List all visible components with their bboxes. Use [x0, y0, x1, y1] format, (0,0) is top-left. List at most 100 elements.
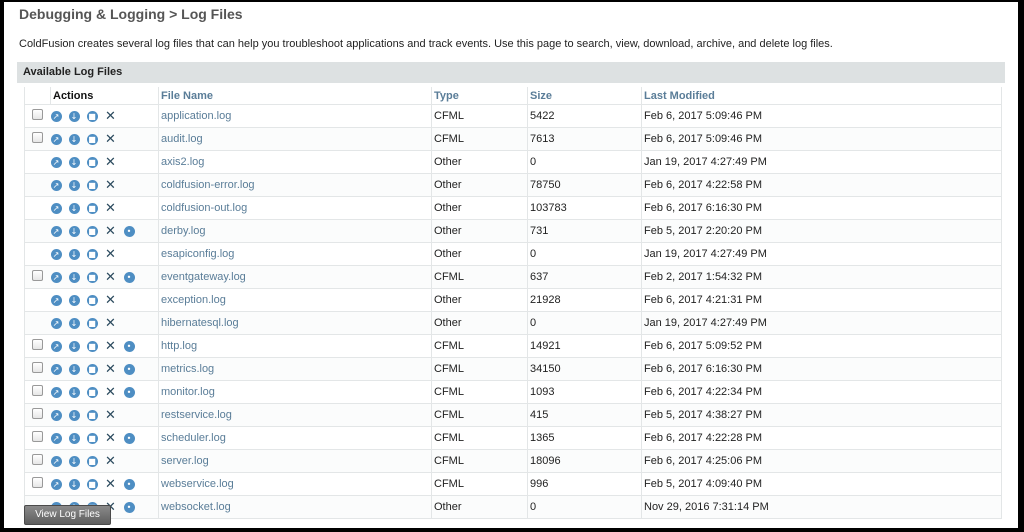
delete-icon[interactable]: ✕ — [105, 409, 117, 422]
header-size[interactable]: Size — [527, 87, 642, 105]
search-icon[interactable]: ↗ — [50, 340, 62, 352]
archive-icon[interactable]: ■ — [86, 202, 98, 214]
file-name-link[interactable]: application.log — [158, 104, 432, 128]
delete-icon[interactable]: ✕ — [105, 271, 117, 284]
archive-icon[interactable]: ■ — [86, 478, 98, 490]
search-icon[interactable]: ↗ — [50, 363, 62, 375]
search-icon[interactable]: ↗ — [50, 478, 62, 490]
row-checkbox[interactable] — [32, 408, 44, 419]
file-name-link[interactable]: hibernatesql.log — [158, 311, 432, 335]
extra-icon[interactable]: • — [123, 271, 135, 283]
search-icon[interactable]: ↗ — [50, 225, 62, 237]
row-checkbox[interactable] — [32, 109, 44, 120]
search-icon[interactable]: ↗ — [50, 133, 62, 145]
delete-icon[interactable]: ✕ — [105, 225, 117, 238]
search-icon[interactable]: ↗ — [50, 202, 62, 214]
archive-icon[interactable]: ■ — [86, 156, 98, 168]
file-name-link[interactable]: webservice.log — [158, 472, 432, 496]
archive-icon[interactable]: ■ — [86, 409, 98, 421]
file-name-link[interactable]: monitor.log — [158, 380, 432, 404]
row-checkbox[interactable] — [32, 132, 44, 143]
download-icon[interactable]: ↓ — [68, 110, 80, 122]
archive-icon[interactable]: ■ — [86, 340, 98, 352]
extra-icon[interactable]: • — [123, 386, 135, 398]
download-icon[interactable]: ↓ — [68, 156, 80, 168]
file-name-link[interactable]: esapiconfig.log — [158, 242, 432, 266]
delete-icon[interactable]: ✕ — [105, 386, 117, 399]
download-icon[interactable]: ↓ — [68, 202, 80, 214]
download-icon[interactable]: ↓ — [68, 478, 80, 490]
delete-icon[interactable]: ✕ — [105, 179, 117, 192]
download-icon[interactable]: ↓ — [68, 271, 80, 283]
row-checkbox[interactable] — [32, 270, 44, 281]
archive-icon[interactable]: ■ — [86, 271, 98, 283]
delete-icon[interactable]: ✕ — [105, 317, 117, 330]
archive-icon[interactable]: ■ — [86, 317, 98, 329]
row-checkbox[interactable] — [32, 477, 44, 488]
search-icon[interactable]: ↗ — [50, 386, 62, 398]
file-name-link[interactable]: http.log — [158, 334, 432, 358]
download-icon[interactable]: ↓ — [68, 294, 80, 306]
download-icon[interactable]: ↓ — [68, 363, 80, 375]
archive-icon[interactable]: ■ — [86, 294, 98, 306]
file-name-link[interactable]: metrics.log — [158, 357, 432, 381]
delete-icon[interactable]: ✕ — [105, 432, 117, 445]
archive-icon[interactable]: ■ — [86, 133, 98, 145]
archive-icon[interactable]: ■ — [86, 386, 98, 398]
archive-icon[interactable]: ■ — [86, 110, 98, 122]
file-name-link[interactable]: server.log — [158, 449, 432, 473]
file-name-link[interactable]: derby.log — [158, 219, 432, 243]
delete-icon[interactable]: ✕ — [105, 110, 117, 123]
file-name-link[interactable]: exception.log — [158, 288, 432, 312]
header-file-name[interactable]: File Name — [158, 87, 432, 105]
view-log-files-button[interactable]: View Log Files — [24, 505, 111, 525]
archive-icon[interactable]: ■ — [86, 225, 98, 237]
delete-icon[interactable]: ✕ — [105, 478, 117, 491]
delete-icon[interactable]: ✕ — [105, 294, 117, 307]
search-icon[interactable]: ↗ — [50, 248, 62, 260]
delete-icon[interactable]: ✕ — [105, 455, 117, 468]
header-last-modified[interactable]: Last Modified — [641, 87, 1002, 105]
download-icon[interactable]: ↓ — [68, 179, 80, 191]
delete-icon[interactable]: ✕ — [105, 340, 117, 353]
file-name-link[interactable]: coldfusion-out.log — [158, 196, 432, 220]
archive-icon[interactable]: ■ — [86, 179, 98, 191]
download-icon[interactable]: ↓ — [68, 455, 80, 467]
row-checkbox[interactable] — [32, 454, 44, 465]
extra-icon[interactable]: • — [123, 225, 135, 237]
extra-icon[interactable]: • — [123, 340, 135, 352]
archive-icon[interactable]: ■ — [86, 363, 98, 375]
file-name-link[interactable]: axis2.log — [158, 150, 432, 174]
download-icon[interactable]: ↓ — [68, 340, 80, 352]
file-name-link[interactable]: restservice.log — [158, 403, 432, 427]
search-icon[interactable]: ↗ — [50, 156, 62, 168]
download-icon[interactable]: ↓ — [68, 386, 80, 398]
search-icon[interactable]: ↗ — [50, 455, 62, 467]
search-icon[interactable]: ↗ — [50, 179, 62, 191]
row-checkbox[interactable] — [32, 362, 44, 373]
file-name-link[interactable]: eventgateway.log — [158, 265, 432, 289]
delete-icon[interactable]: ✕ — [105, 156, 117, 169]
archive-icon[interactable]: ■ — [86, 248, 98, 260]
archive-icon[interactable]: ■ — [86, 455, 98, 467]
download-icon[interactable]: ↓ — [68, 133, 80, 145]
search-icon[interactable]: ↗ — [50, 271, 62, 283]
download-icon[interactable]: ↓ — [68, 409, 80, 421]
delete-icon[interactable]: ✕ — [105, 363, 117, 376]
search-icon[interactable]: ↗ — [50, 110, 62, 122]
delete-icon[interactable]: ✕ — [105, 133, 117, 146]
search-icon[interactable]: ↗ — [50, 294, 62, 306]
search-icon[interactable]: ↗ — [50, 409, 62, 421]
archive-icon[interactable]: ■ — [86, 432, 98, 444]
file-name-link[interactable]: websocket.log — [158, 495, 432, 519]
file-name-link[interactable]: audit.log — [158, 127, 432, 151]
extra-icon[interactable]: • — [123, 432, 135, 444]
file-name-link[interactable]: coldfusion-error.log — [158, 173, 432, 197]
row-checkbox[interactable] — [32, 385, 44, 396]
extra-icon[interactable]: • — [123, 363, 135, 375]
search-icon[interactable]: ↗ — [50, 317, 62, 329]
download-icon[interactable]: ↓ — [68, 248, 80, 260]
extra-icon[interactable]: • — [123, 501, 135, 513]
delete-icon[interactable]: ✕ — [105, 202, 117, 215]
download-icon[interactable]: ↓ — [68, 225, 80, 237]
